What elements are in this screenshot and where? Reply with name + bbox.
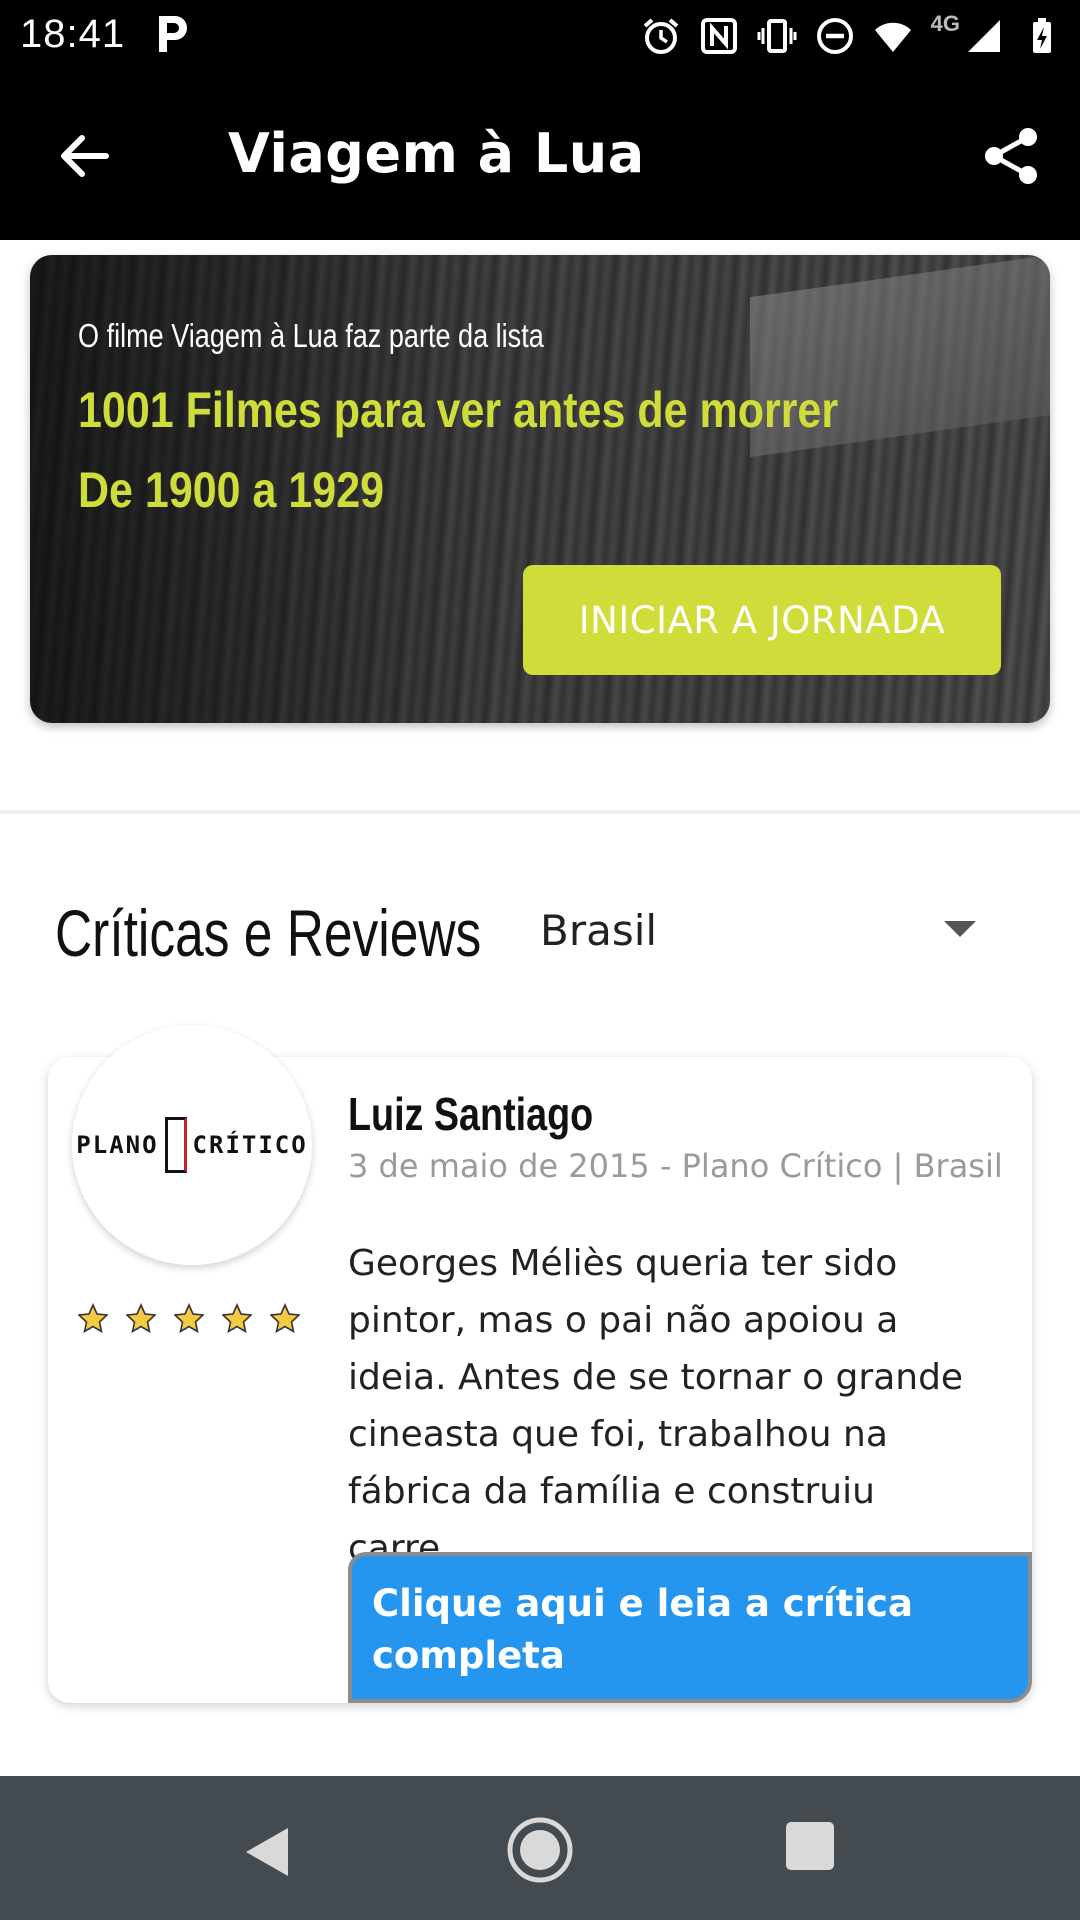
status-icons: 4G	[641, 11, 1062, 58]
review-card: PLANO CRÍTICO Luiz Santiago 3 de maio de…	[48, 1025, 1032, 1703]
source-logo: PLANO CRÍTICO	[76, 1117, 307, 1173]
page-title: Viagem à Lua	[228, 122, 645, 185]
list-banner: O filme Viagem à Lua faz parte da lista …	[30, 255, 1050, 723]
source-avatar: PLANO CRÍTICO	[72, 1025, 312, 1265]
parking-app-icon	[159, 16, 187, 52]
star-icon	[174, 1303, 204, 1333]
nfc-icon	[700, 18, 737, 54]
review-meta: 3 de maio de 2015 - Plano Crítico | Bras…	[348, 1147, 1003, 1185]
banner-list-title: 1001 Filmes para ver antes de morrer De …	[78, 382, 839, 518]
wifi-icon	[874, 22, 911, 52]
network-type: 4G	[930, 11, 960, 36]
nav-back-icon[interactable]	[240, 1822, 300, 1882]
vibrate-icon	[757, 19, 797, 53]
region-selected-value: Brasil	[540, 905, 658, 955]
system-nav-bar	[0, 1776, 1080, 1920]
logo-mark-icon	[164, 1117, 187, 1173]
reviewer-name: Luiz Santiago	[348, 1088, 594, 1140]
signal-icon	[968, 20, 1000, 52]
reviews-section-title: Críticas e Reviews	[55, 896, 482, 970]
start-journey-button[interactable]: INICIAR A JORNADA	[523, 565, 1001, 675]
nav-home-icon[interactable]	[506, 1816, 574, 1884]
share-icon	[985, 128, 1037, 184]
section-divider	[0, 810, 1080, 814]
star-icon	[126, 1303, 156, 1333]
banner-subtitle: O filme Viagem à Lua faz parte da lista	[78, 317, 544, 354]
region-dropdown[interactable]: Brasil	[540, 895, 1000, 965]
rating-stars	[78, 1303, 300, 1333]
star-icon	[270, 1303, 300, 1333]
share-button[interactable]	[972, 116, 1052, 196]
review-excerpt: Georges Méliès queria ter sido pintor, m…	[348, 1243, 964, 1569]
star-icon	[78, 1303, 108, 1333]
status-time: 18:41	[20, 12, 126, 56]
nav-recent-apps-icon[interactable]	[786, 1822, 834, 1870]
back-button[interactable]	[48, 120, 120, 192]
source-logo-right: CRÍTICO	[192, 1131, 308, 1159]
star-icon	[222, 1303, 252, 1333]
alarm-icon	[643, 18, 678, 54]
battery-charging-icon	[1033, 18, 1051, 53]
do-not-disturb-icon	[816, 18, 853, 54]
source-logo-left: PLANO	[76, 1131, 159, 1159]
arrow-back-icon	[61, 135, 109, 177]
app-bar: Viagem à Lua	[0, 72, 1080, 240]
dropdown-arrow-icon	[944, 921, 976, 937]
status-bar: 18:41 4G	[0, 0, 1080, 72]
read-full-review-button[interactable]: Clique aqui e leia a crítica completa	[348, 1552, 1032, 1703]
